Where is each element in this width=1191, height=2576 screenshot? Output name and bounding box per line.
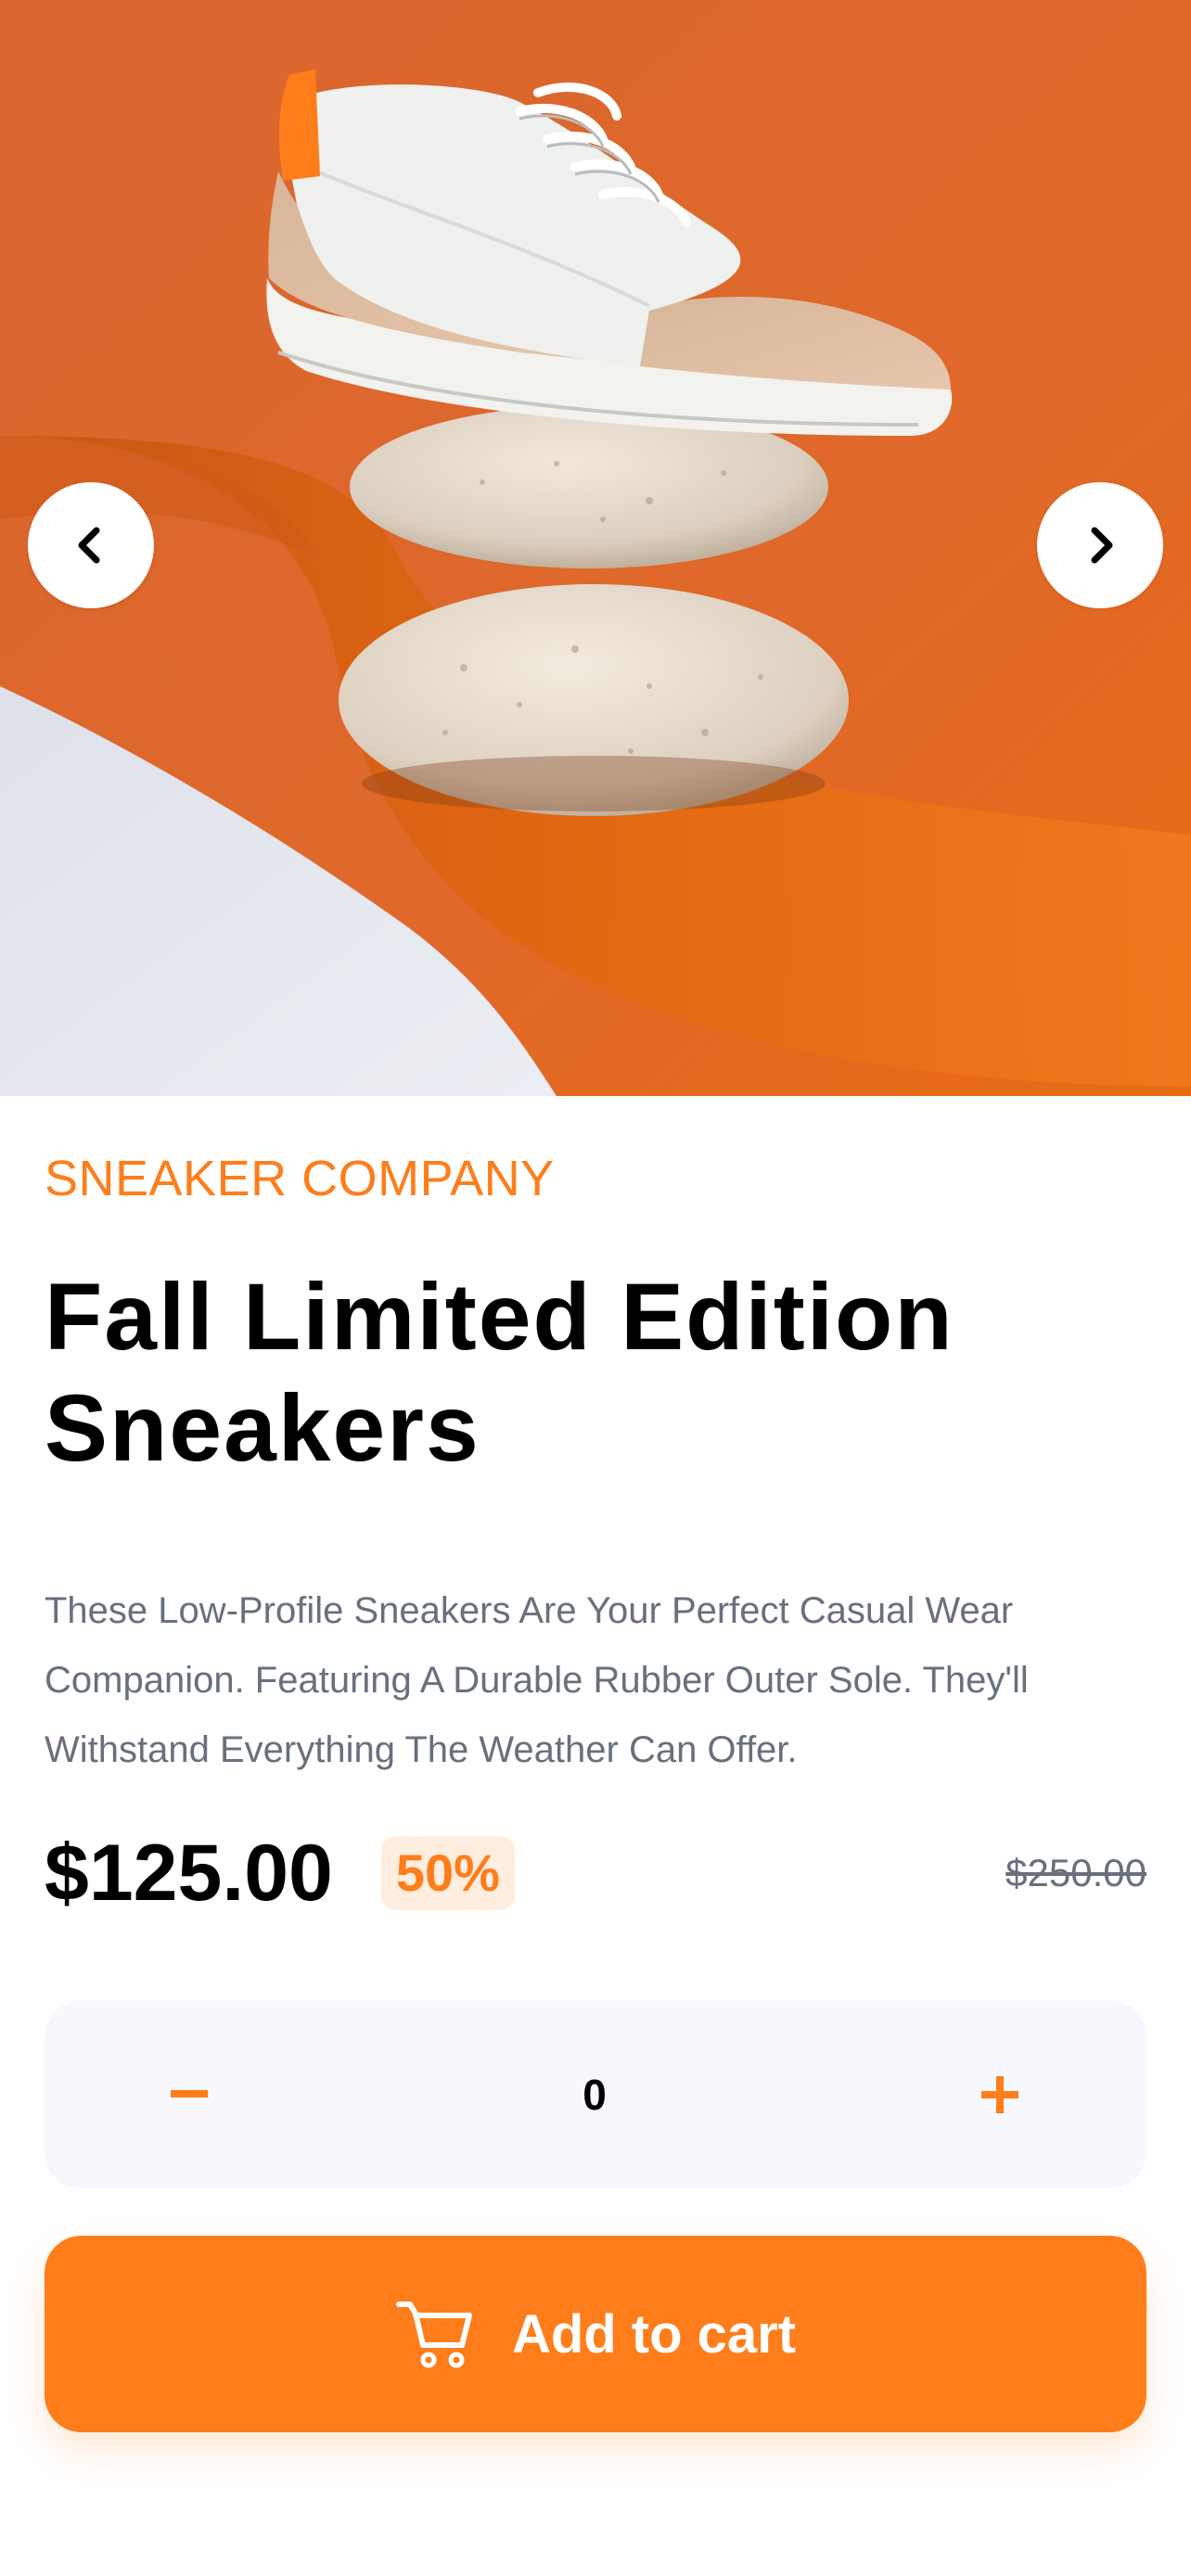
carousel-prev-button[interactable] [28, 482, 154, 608]
brand-name: SNEAKER COMPANY [45, 1151, 555, 1206]
chevron-right-icon [1091, 527, 1113, 564]
product-details: SNEAKER COMPANY Fall Limited Edition Sne… [0, 1154, 1191, 2432]
discount-badge: 50% [380, 1836, 515, 1910]
decrement-button[interactable] [161, 2067, 217, 2123]
minus-icon [171, 2090, 208, 2098]
current-price: $125.00 [45, 1829, 333, 1918]
price-row: $125.00 50% $250.00 [45, 1822, 1146, 1924]
add-to-cart-label: Add to cart [511, 2303, 797, 2365]
cart-icon [395, 2302, 472, 2368]
carousel-next-button[interactable] [1037, 482, 1163, 608]
quantity-value: 0 [583, 2071, 607, 2119]
product-image-carousel [0, 0, 1191, 1096]
plus-icon [981, 2076, 1018, 2113]
chevron-left-icon [78, 527, 100, 564]
original-price: $250.00 [1005, 1851, 1146, 1894]
product-image [0, 0, 1191, 1096]
product-title: Fall Limited Edition Sneakers [45, 1264, 954, 1481]
quantity-stepper: 0 [45, 2000, 1146, 2189]
add-to-cart-button[interactable]: Add to cart [45, 2236, 1146, 2432]
increment-button[interactable] [972, 2067, 1028, 2123]
product-description: These Low-Profile Sneakers Are Your Perf… [45, 1590, 1029, 1770]
